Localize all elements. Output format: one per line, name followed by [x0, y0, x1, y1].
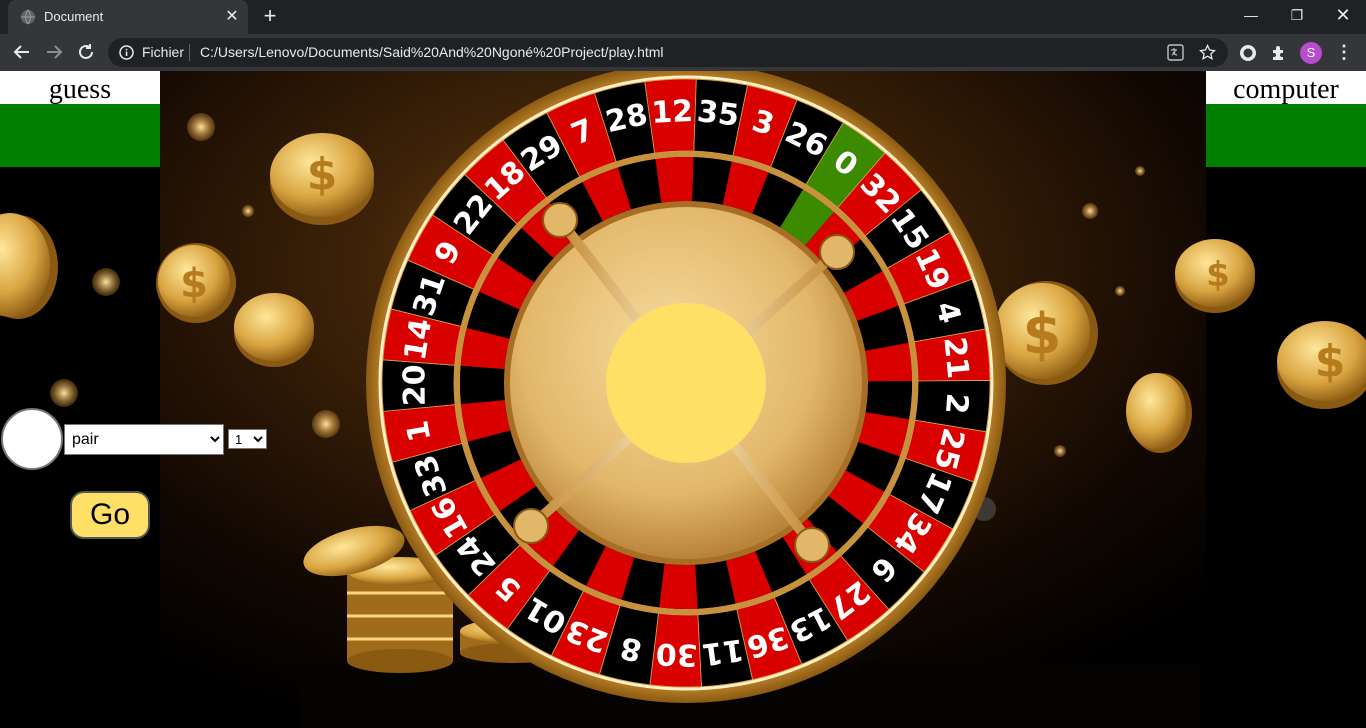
reload-icon[interactable] [73, 39, 99, 65]
svg-text:$: $ [1023, 302, 1062, 367]
go-button[interactable]: Go [70, 491, 150, 539]
security-label: Fichier [142, 44, 185, 60]
computer-label: computer [1206, 71, 1366, 105]
extensions-icon[interactable] [1269, 43, 1289, 63]
computer-bar [1206, 104, 1366, 167]
forward-icon[interactable] [41, 39, 67, 65]
svg-text:$: $ [180, 261, 208, 307]
wheel-inner-pocket [655, 156, 694, 203]
browser-toolbar: Fichier C:/Users/Lenovo/Documents/Said%2… [0, 34, 1366, 71]
wheel-inner-pocket [460, 365, 505, 405]
info-icon[interactable] [118, 44, 135, 61]
svg-text:$: $ [307, 149, 338, 200]
wheel-number: 20 [397, 364, 432, 406]
star-icon[interactable] [1199, 44, 1216, 61]
guess-label: guess [0, 71, 160, 105]
globe-icon [21, 9, 35, 25]
profile-avatar[interactable]: S [1300, 42, 1322, 64]
wheel-number: 2 [938, 392, 974, 415]
bet-type-select[interactable]: pair [64, 424, 224, 455]
minimize-icon[interactable]: — [1228, 0, 1274, 32]
url-text[interactable]: C:/Users/Lenovo/Documents/Said%20And%20N… [200, 44, 664, 60]
translate-icon[interactable] [1167, 44, 1184, 61]
computer-panel: computer [1206, 71, 1366, 167]
back-icon[interactable] [9, 39, 35, 65]
svg-text:$: $ [1315, 336, 1346, 387]
address-bar[interactable]: Fichier C:/Users/Lenovo/Documents/Said%2… [108, 38, 1228, 67]
guess-bar [0, 104, 160, 167]
wheel-number: 11 [700, 631, 746, 671]
wheel-number: 14 [398, 316, 439, 363]
close-window-icon[interactable]: ✕ [1320, 0, 1366, 32]
divider [189, 44, 190, 61]
wheel-inner-pocket [659, 563, 698, 609]
bet-number-select[interactable]: 1 [228, 429, 267, 449]
wheel-number: 35 [695, 94, 741, 134]
wheel-number: 21 [936, 335, 975, 380]
wheel-number: 30 [655, 636, 698, 672]
record-icon[interactable] [1238, 43, 1258, 63]
svg-text:$: $ [1206, 255, 1230, 295]
close-tab-icon[interactable]: ✕ [222, 7, 242, 27]
page-viewport: $ $ $ $ $ guess computer pair 1 Go 0 32 … [0, 71, 1366, 728]
wheel-hub [606, 303, 766, 463]
tab-bar: Document ✕ + — ❐ ✕ [0, 0, 1366, 34]
guess-panel: guess [0, 71, 160, 167]
roulette-wheel: 0321519421225173462713361130823015241633… [366, 71, 1006, 703]
menu-icon[interactable]: ⋮ [1334, 42, 1354, 64]
new-tab-icon[interactable]: + [258, 5, 282, 29]
tab-title: Document [44, 9, 104, 24]
browser-tab[interactable]: Document ✕ [8, 0, 248, 34]
wheel-number: 12 [650, 94, 693, 131]
bet-chip[interactable] [1, 408, 63, 470]
maximize-icon[interactable]: ❐ [1274, 0, 1320, 32]
